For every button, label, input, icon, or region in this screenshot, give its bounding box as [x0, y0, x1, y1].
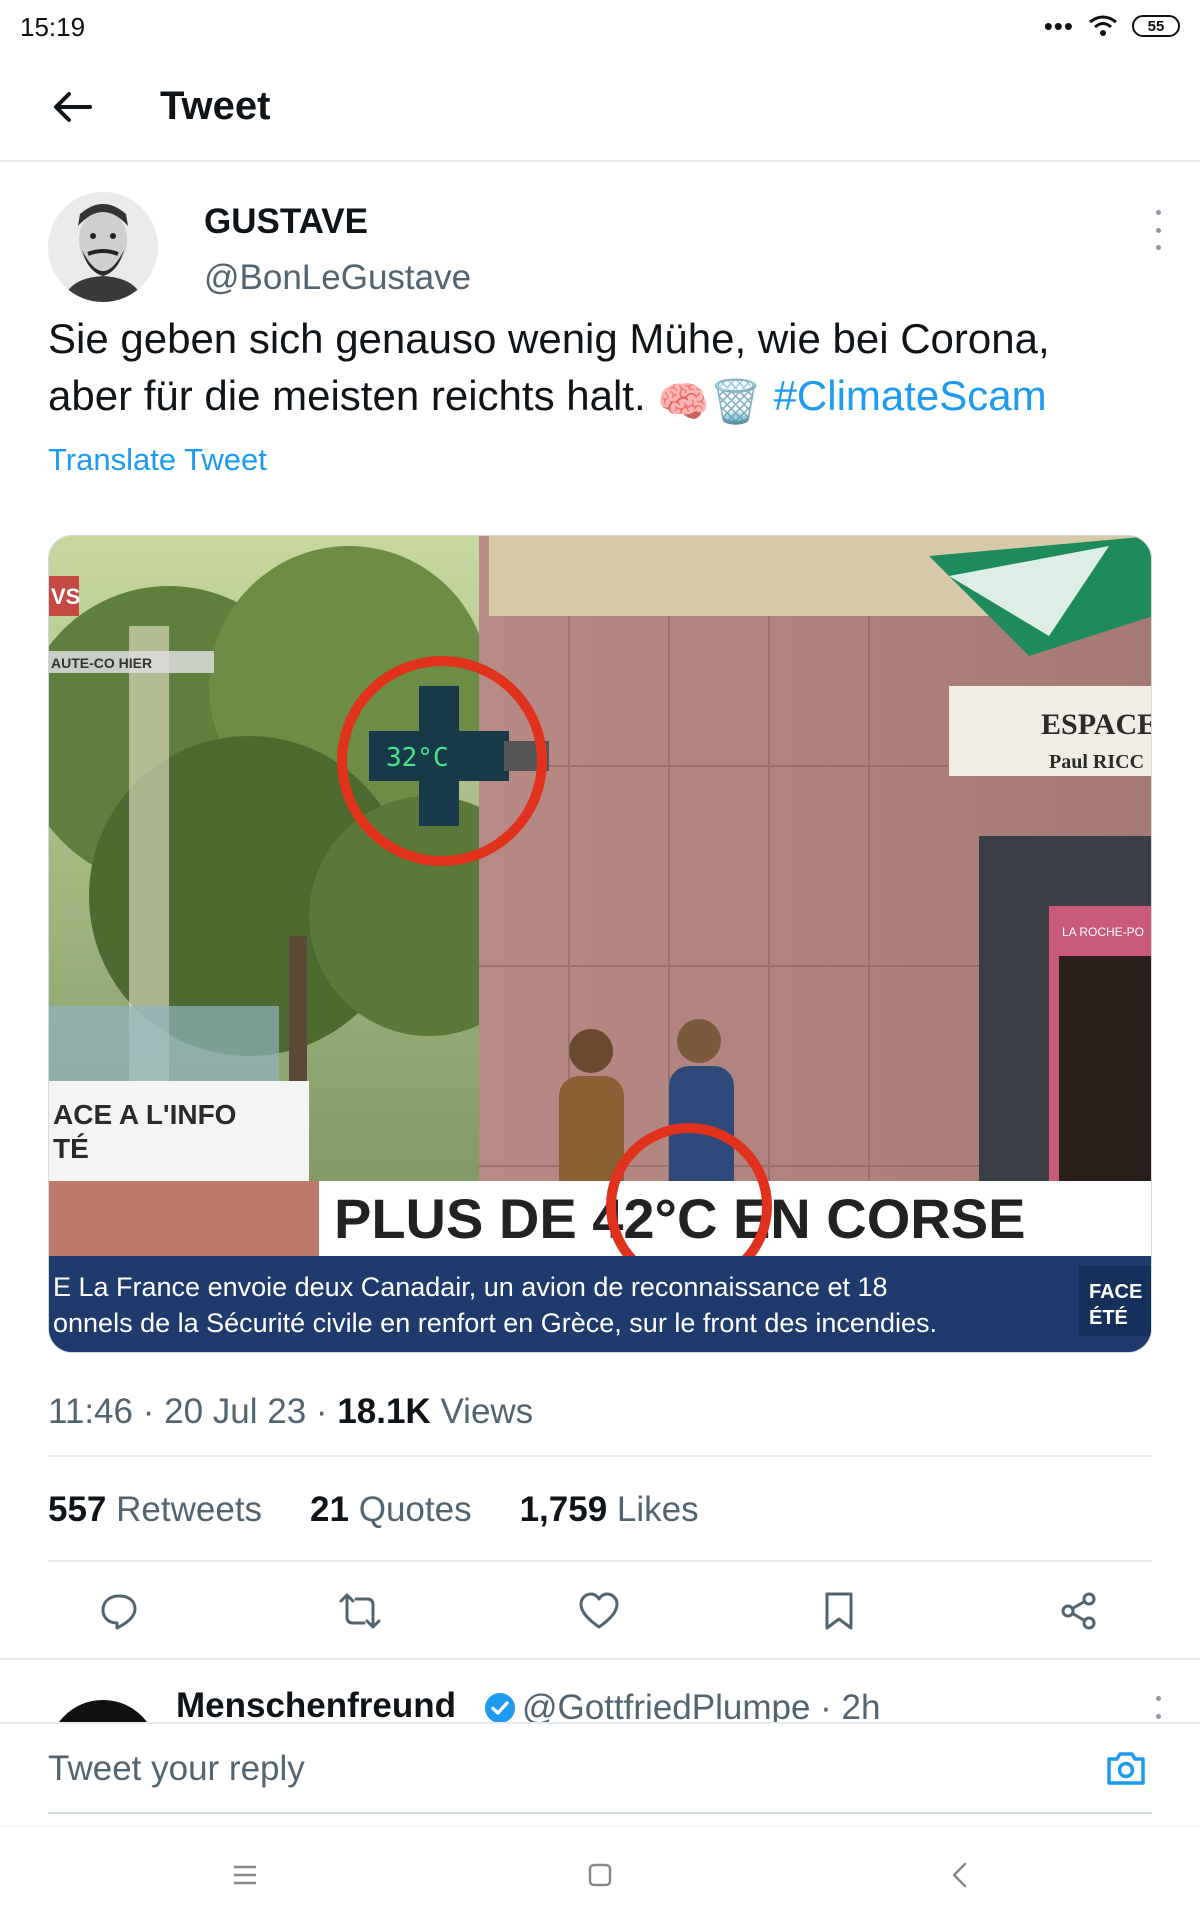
shop-sign-line1: ESPACE: [1041, 708, 1152, 741]
author-display-name[interactable]: GUSTAVE: [204, 202, 368, 242]
quotes-count: 21: [310, 1490, 349, 1529]
verified-icon: [485, 1693, 515, 1723]
retweet-button[interactable]: [332, 1583, 388, 1639]
hashtag-link[interactable]: #ClimateScam: [774, 372, 1047, 419]
tweet-text: Sie geben sich genauso wenig Mühe, wie b…: [48, 310, 1158, 430]
menu-button[interactable]: [223, 1853, 267, 1897]
author-avatar[interactable]: [48, 192, 158, 302]
like-button[interactable]: [571, 1583, 627, 1639]
section-divider: [0, 1658, 1200, 1660]
menu-icon: [234, 1865, 256, 1885]
corner-badge-line2: ÉTÉ: [1089, 1306, 1128, 1329]
tweet-date: 20 Jul 23: [164, 1392, 307, 1431]
back-arrow-icon: [54, 92, 92, 122]
tweet-time: 11:46: [48, 1392, 133, 1431]
banner-headline: PLUS DE 42°C EN CORSE: [334, 1187, 1025, 1250]
status-overflow-dots: •••: [1043, 11, 1074, 41]
shop-sign-line2: Paul RICC: [1049, 751, 1144, 773]
more-vertical-icon: [1155, 210, 1161, 215]
top-left-tag: VS: [51, 584, 80, 609]
views-count: 18.1K: [337, 1392, 431, 1431]
likes-count: 1,759: [519, 1490, 608, 1529]
left-panel-line2: TÉ: [53, 1133, 89, 1164]
left-panel-line1: ACE A L'INFO: [53, 1099, 236, 1130]
corner-badge-line1: FACE: [1089, 1281, 1142, 1303]
page-title: Tweet: [160, 84, 271, 128]
tweet-more-button[interactable]: [1146, 210, 1170, 250]
top-left-subtag: AUTE-CO HIER: [51, 655, 152, 671]
author-handle[interactable]: @BonLeGustave: [204, 258, 471, 298]
bookmark-button[interactable]: [811, 1583, 867, 1639]
status-time: 15:19: [20, 12, 86, 42]
tweet-text-line2: aber für die meisten reichts halt.: [48, 372, 646, 419]
store-brand-text: LA ROCHE-PO: [1062, 925, 1144, 939]
reply-author-name[interactable]: Menschenfreund: [176, 1686, 456, 1726]
tweet-text-line1: Sie geben sich genauso wenig Mühe, wie b…: [48, 315, 1050, 362]
author-portrait-image: [48, 192, 158, 302]
home-icon: [588, 1863, 612, 1887]
home-button[interactable]: [578, 1853, 622, 1897]
camera-icon: [1107, 1752, 1145, 1785]
retweets-label: Retweets: [116, 1490, 263, 1529]
reply-icon: [101, 1594, 137, 1630]
divider: [48, 1560, 1152, 1562]
translate-tweet-link[interactable]: Translate Tweet: [48, 442, 267, 478]
quotes-label: Quotes: [358, 1490, 472, 1529]
retweets-count: 557: [48, 1490, 107, 1529]
likes-label: Likes: [616, 1490, 699, 1529]
composer-underline: [48, 1812, 1152, 1814]
ticker-line1: E La France envoie deux Canadair, un avi…: [53, 1272, 888, 1302]
ticker-line2: onnels de la Sécurité civile en renfort …: [53, 1308, 937, 1338]
reply-composer: [0, 1722, 1200, 1825]
wifi-icon: [1089, 15, 1117, 36]
views-label: Views: [440, 1392, 534, 1431]
retweets-stat[interactable]: 557 Retweets: [48, 1490, 262, 1530]
status-bar: 15:19 ••• 55: [0, 0, 1200, 52]
meta-separator: ·: [142, 1392, 155, 1431]
reply-input[interactable]: [48, 1738, 1068, 1800]
likes-stat[interactable]: 1,759 Likes: [520, 1490, 699, 1530]
retweet-icon: [339, 1593, 381, 1629]
battery-icon: 55: [1132, 15, 1180, 37]
share-icon: [1061, 1592, 1096, 1630]
share-button[interactable]: [1051, 1583, 1107, 1639]
top-app-bar: Tweet: [0, 52, 1200, 162]
news-screenshot-image: ESPACE Paul RICC LA ROCHE-PO 32°C VS AUT…: [49, 536, 1152, 1352]
back-button[interactable]: [44, 82, 100, 132]
like-icon: [579, 1592, 619, 1629]
tweet-stats: 557 Retweets 21 Quotes 1,759 Likes: [48, 1490, 699, 1530]
system-back-button[interactable]: [938, 1853, 982, 1897]
bookmark-icon: [825, 1592, 853, 1630]
system-nav-bar: [0, 1826, 1200, 1920]
divider: [48, 1455, 1152, 1457]
quotes-stat[interactable]: 21 Quotes: [310, 1490, 472, 1530]
brain-trash-emoji: 🧠🗑️: [657, 378, 762, 425]
reply-button[interactable]: [91, 1583, 147, 1639]
back-icon: [952, 1862, 967, 1888]
status-icons: ••• 55: [1044, 10, 1180, 42]
more-vertical-icon: [1155, 1696, 1161, 1701]
pharmacy-temperature: 32°C: [386, 743, 449, 773]
tweet-action-bar: [0, 1575, 1200, 1645]
tweet-image[interactable]: ESPACE Paul RICC LA ROCHE-PO 32°C VS AUT…: [48, 535, 1152, 1353]
meta-separator: ·: [315, 1392, 328, 1431]
tweet-meta: 11:46 · 20 Jul 23 · 18.1K Views: [48, 1392, 533, 1432]
camera-button[interactable]: [1100, 1742, 1152, 1794]
